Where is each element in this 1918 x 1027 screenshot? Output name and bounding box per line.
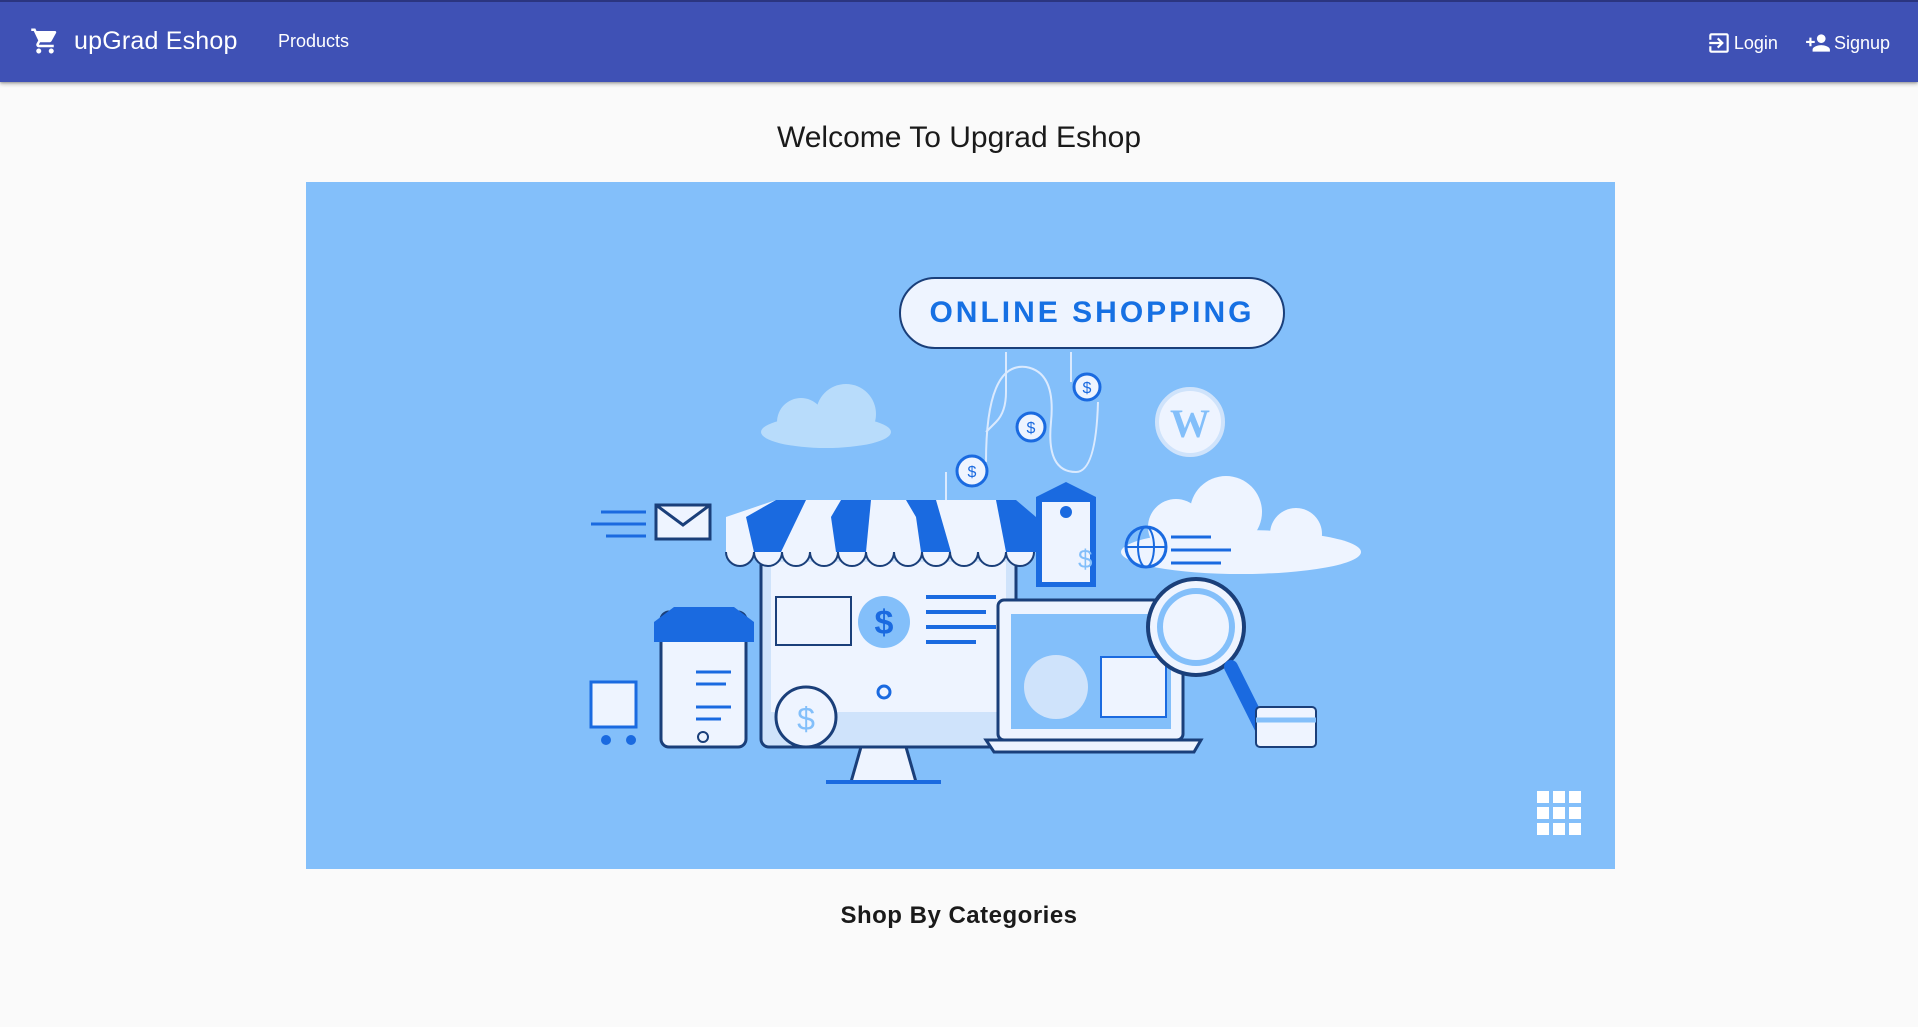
welcome-title: Welcome To Upgrad Eshop <box>776 121 1142 154</box>
person-add-icon <box>1806 34 1830 52</box>
nav-products-link[interactable]: Products <box>278 31 349 52</box>
brand-title: upGrad Eshop <box>74 26 238 55</box>
categories-heading: Shop By Categories <box>840 902 1078 929</box>
price-tag-icon: $ <box>1036 482 1096 587</box>
login-link[interactable]: Login <box>1706 30 1778 56</box>
brand[interactable]: upGrad Eshop <box>30 26 238 56</box>
login-icon <box>1709 33 1729 53</box>
grid-icon <box>1537 791 1581 835</box>
app-bar: upGrad Eshop Products Login Signup <box>0 0 1918 82</box>
auth-nav: Login Signup <box>1706 30 1890 56</box>
svg-text:$: $ <box>875 604 894 642</box>
svg-text:$: $ <box>797 701 815 737</box>
signup-link[interactable]: Signup <box>1804 30 1890 56</box>
hero-banner: $ $ $ W $ $ $ ONLINE SHOPPING <box>306 182 1615 869</box>
svg-text:$: $ <box>1078 544 1093 574</box>
svg-text:W: W <box>1170 401 1210 446</box>
banner-title: ONLINE SHOPPING <box>899 277 1285 349</box>
shopping-cart-icon <box>31 28 57 54</box>
svg-text:$: $ <box>1083 380 1092 397</box>
signup-label: Signup <box>1833 32 1890 53</box>
svg-text:$: $ <box>1027 420 1036 437</box>
login-label: Login <box>1733 32 1778 53</box>
svg-text:$: $ <box>968 464 977 481</box>
